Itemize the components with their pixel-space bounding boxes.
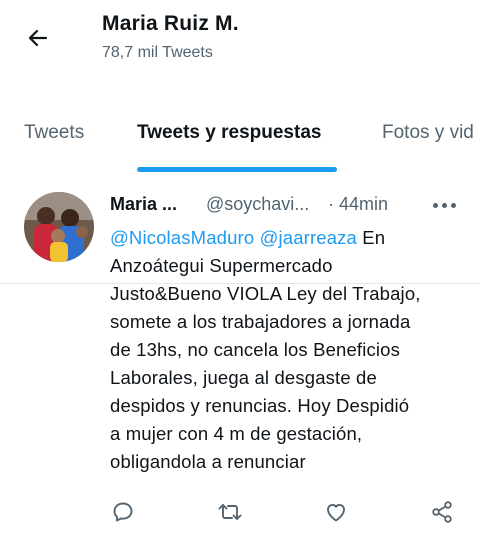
mention-link[interactable]: @jaarreaza (260, 227, 357, 248)
like-button[interactable] (318, 494, 354, 530)
profile-header: Maria Ruiz M. 78,7 mil Tweets (0, 0, 480, 88)
active-tab-indicator (137, 167, 337, 172)
tweet-actions (0, 494, 480, 530)
profile-tabs: Tweets Tweets y respuestas Fotos y vid (0, 110, 480, 284)
like-icon (327, 504, 345, 522)
author-name[interactable]: Maria ... (110, 194, 177, 215)
tab-tweets-y-respuestas[interactable]: Tweets y respuestas (137, 122, 321, 144)
share-icon (432, 501, 452, 523)
tweet-text: @NicolasMaduro @jaarreaza En Anzoátegui … (110, 224, 472, 476)
more-options-button[interactable] (426, 194, 462, 216)
tweet-time[interactable]: · 44min (328, 194, 388, 215)
mention-link[interactable]: @NicolasMaduro (110, 227, 254, 248)
share-button[interactable] (424, 494, 460, 530)
retweet-icon (218, 504, 242, 520)
avatar[interactable] (24, 192, 94, 262)
tweet-text-line: Anzoátegui Supermercado (110, 255, 333, 276)
more-dot-icon (432, 202, 438, 208)
tweet-text-line: despidos y renuncias. Hoy Despidió (110, 395, 410, 416)
tweet[interactable]: Maria ... @soychavi... · 44min @NicolasM… (0, 174, 480, 544)
tweet-header: Maria ... @soychavi... · 44min (110, 194, 470, 222)
arrow-left-icon (28, 29, 48, 47)
tweet-text-line: Justo&Bueno VIOLA Ley del Trabajo, (110, 283, 421, 304)
tweet-text-line: de 13hs, no cancela los Beneficios (110, 339, 400, 360)
author-handle[interactable]: @soychavi... (206, 194, 309, 215)
tweet-text-segment: En (362, 227, 386, 248)
tweet-text-line: obligandola a renunciar (110, 451, 306, 472)
tweet-text-line: somete a los trabajadores a jornada (110, 311, 411, 332)
tab-tweets[interactable]: Tweets (24, 122, 84, 144)
tweet-count: 78,7 mil Tweets (102, 44, 213, 61)
profile-name: Maria Ruiz M. (102, 12, 239, 35)
retweet-button[interactable] (212, 494, 248, 530)
back-button[interactable] (22, 22, 54, 54)
more-dot-icon (450, 202, 456, 208)
reply-icon (113, 502, 133, 522)
more-dot-icon (441, 202, 447, 208)
reply-button[interactable] (105, 494, 141, 530)
tweet-text-line: @NicolasMaduro @jaarreaza En (110, 224, 472, 252)
tweet-text-line: Laborales, juega al desgaste de (110, 367, 377, 388)
tweet-text-line: a mujer con 4 m de gestación, (110, 423, 363, 444)
tab-fotos-y-videos[interactable]: Fotos y vid (382, 122, 474, 144)
